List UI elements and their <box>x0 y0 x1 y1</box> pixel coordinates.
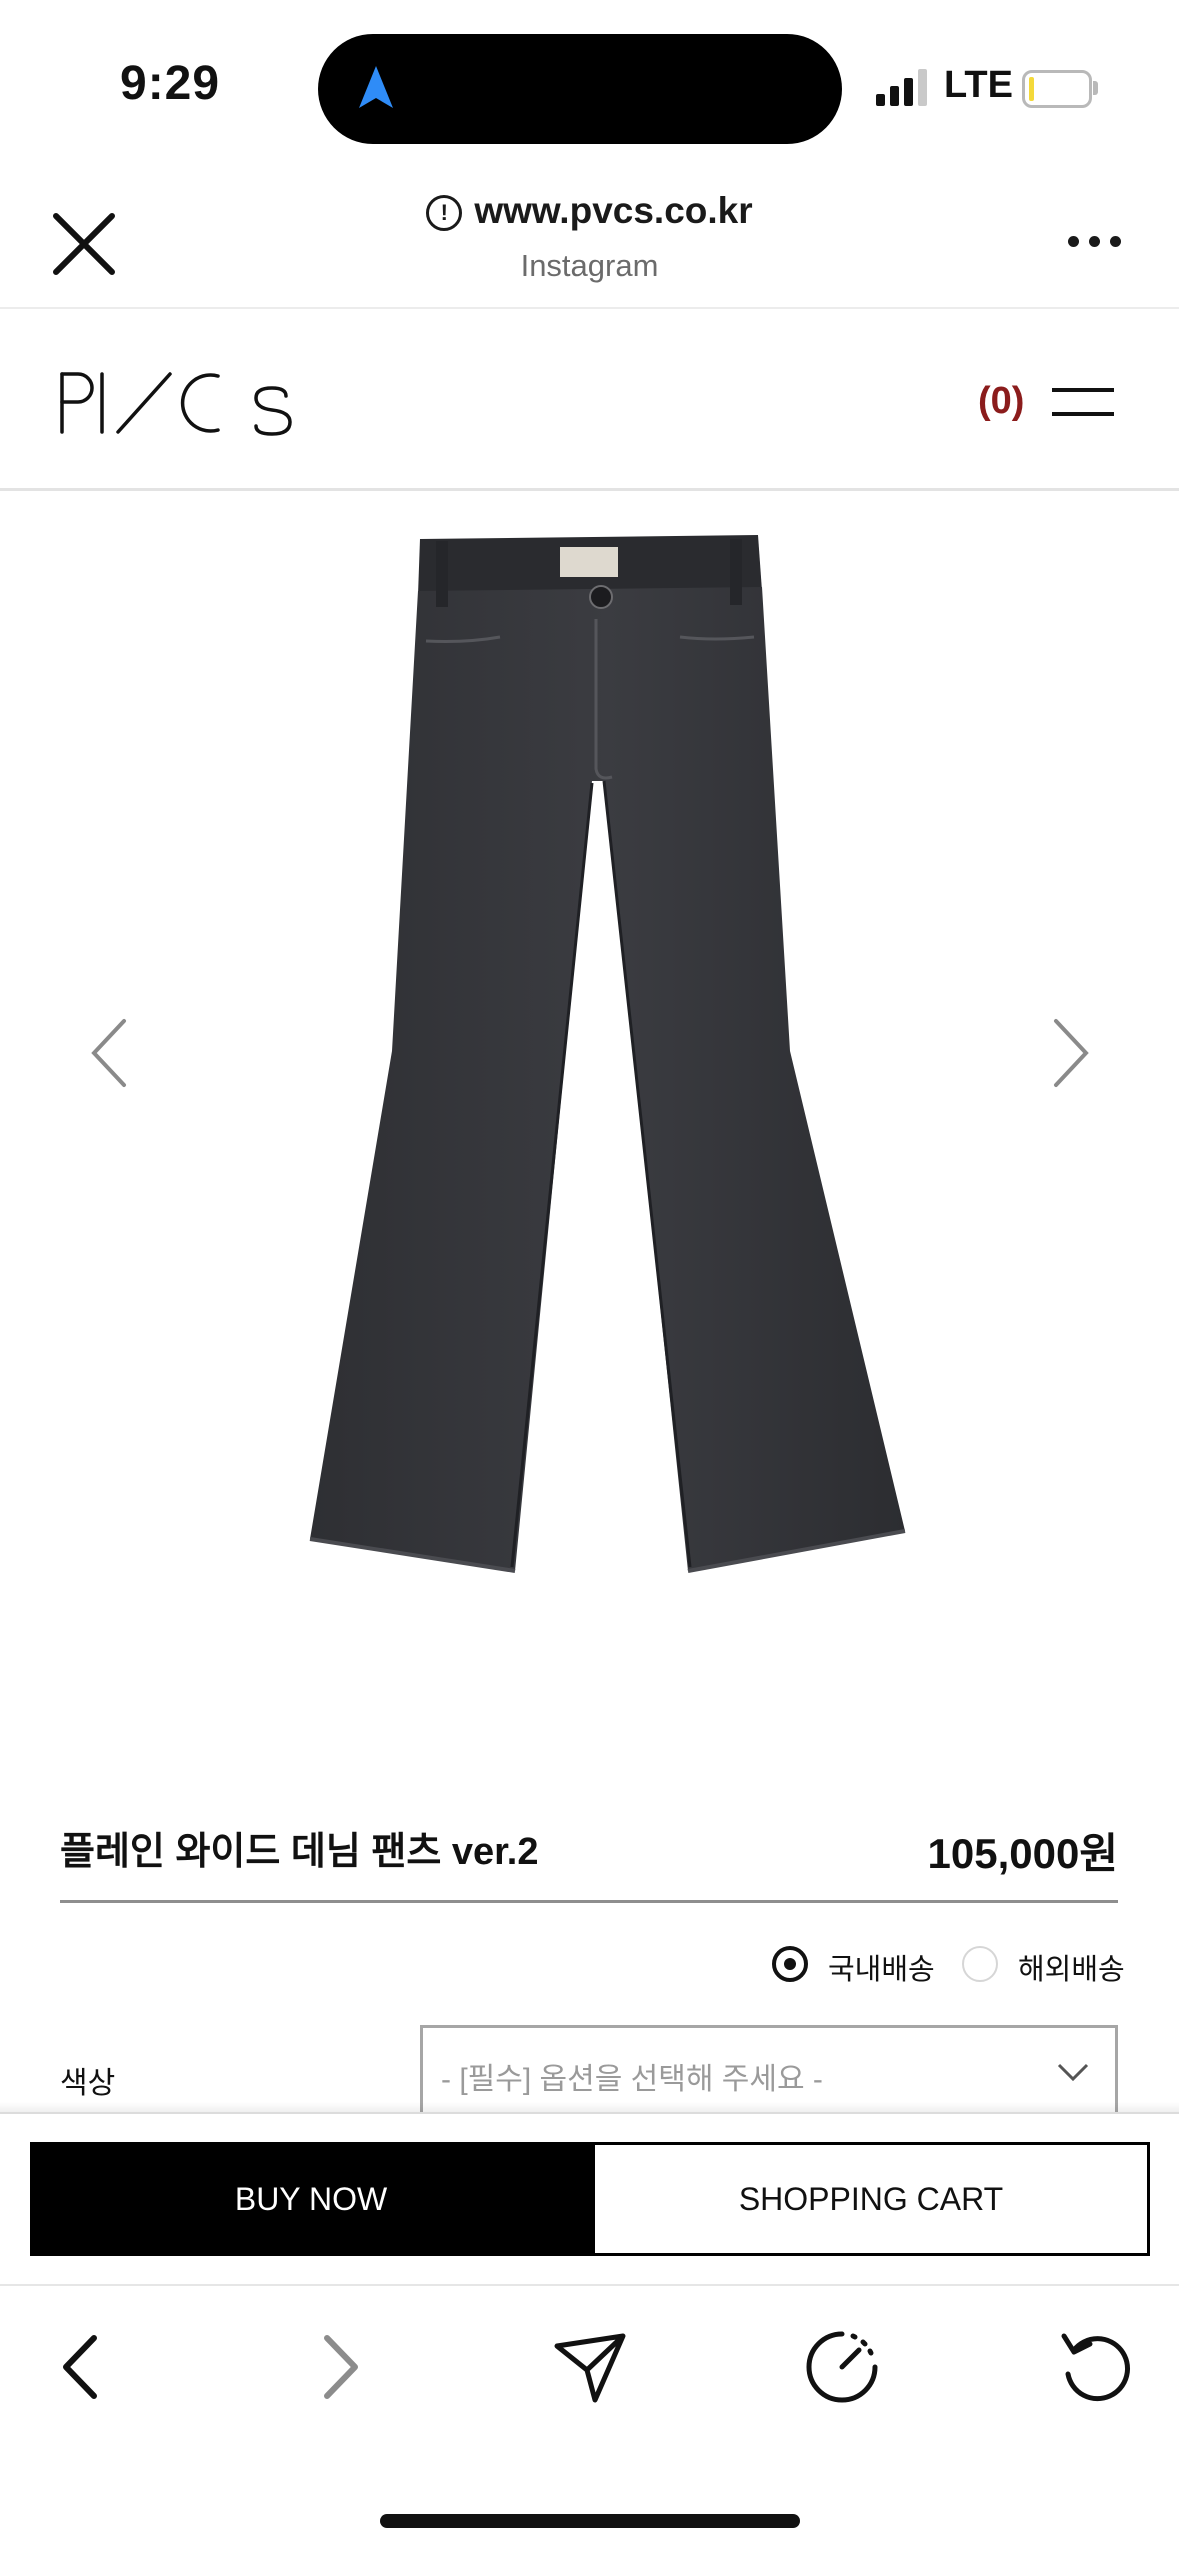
speed-button[interactable] <box>797 2322 887 2412</box>
shipping-option-domestic[interactable]: 국내배송 <box>772 1942 935 1986</box>
source-label: Instagram <box>520 248 659 283</box>
menu-button[interactable] <box>1052 384 1114 420</box>
radio-selected-icon <box>772 1946 808 1982</box>
shipping-option-overseas[interactable]: 해외배송 <box>962 1942 1125 1986</box>
reload-button[interactable] <box>1050 2322 1140 2412</box>
product-image[interactable] <box>0 491 1179 1721</box>
shopping-cart-button[interactable]: SHOPPING CART <box>592 2142 1150 2256</box>
color-option-label: 색상 <box>60 2067 116 2100</box>
divider <box>0 307 1179 309</box>
battery-icon <box>1022 70 1092 108</box>
gallery-next-button[interactable] <box>1040 1013 1100 1093</box>
back-button[interactable] <box>38 2322 128 2412</box>
divider <box>60 1900 1118 1903</box>
more-button[interactable] <box>1068 236 1122 250</box>
forward-icon <box>324 2335 358 2399</box>
cart-count[interactable]: (0) <box>978 380 1024 423</box>
battery-nub <box>1093 81 1098 95</box>
product-price: 105,000원 <box>927 1830 1118 1877</box>
network-label: LTE <box>944 64 1013 106</box>
reload-icon <box>1061 2333 1130 2402</box>
forward-button[interactable] <box>293 2322 383 2412</box>
back-icon <box>63 2335 97 2399</box>
status-time: 9:29 <box>120 57 221 110</box>
shipping-option-label: 국내배송 <box>828 1954 935 1986</box>
share-button[interactable] <box>545 2322 635 2412</box>
dynamic-island <box>318 34 842 144</box>
select-placeholder: - [필수] 옵션을 선택해 주세요 - <box>441 2063 823 2096</box>
shipping-option-label: 해외배송 <box>1018 1954 1125 1986</box>
site-logo[interactable] <box>58 370 292 436</box>
info-icon: ! <box>426 195 463 231</box>
chevron-right-icon <box>1054 1019 1089 1087</box>
buy-now-button[interactable]: BUY NOW <box>30 2142 592 2256</box>
product-name: 플레인 와이드 데님 팬츠 ver.2 <box>60 1831 539 1873</box>
divider <box>0 2284 1179 2286</box>
signal-icon <box>876 68 930 106</box>
more-icon <box>1068 236 1079 247</box>
url-text: www.pvcs.co.kr <box>474 190 753 231</box>
chevron-down-icon <box>1057 2063 1089 2082</box>
speed-icon <box>806 2331 878 2403</box>
chevron-left-icon <box>91 1019 126 1087</box>
home-indicator[interactable] <box>380 2514 800 2528</box>
menu-icon <box>1052 388 1114 392</box>
location-arrow-icon <box>359 66 393 108</box>
gallery-prev-button[interactable] <box>80 1013 140 1093</box>
url-bar[interactable]: ! www.pvcs.co.kr <box>0 190 1179 232</box>
share-icon <box>554 2333 626 2403</box>
radio-unselected-icon <box>962 1946 998 1982</box>
